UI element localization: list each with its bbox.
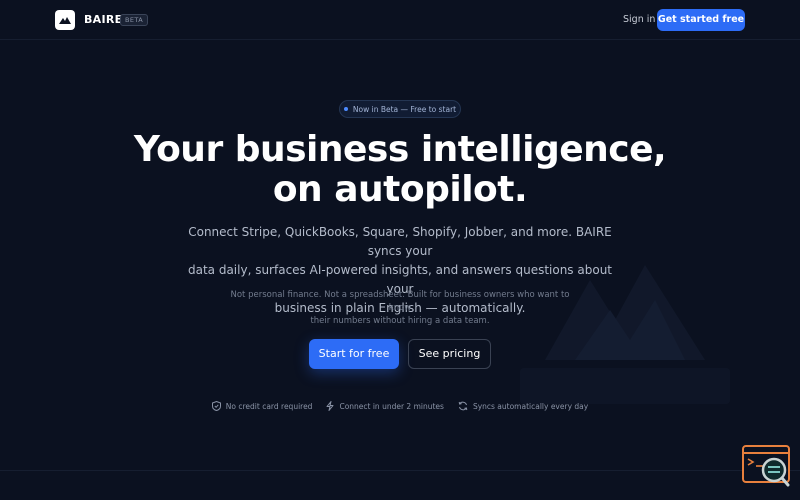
feature-label: No credit card required	[225, 401, 313, 411]
status-dot-icon	[343, 107, 348, 111]
hero-title-line-2: on autopilot.	[272, 169, 528, 210]
feature-item: Syncs automatically every day	[458, 401, 588, 411]
hero-title: Your business intelligence, on autopilot…	[0, 130, 800, 210]
hero-note: Not personal finance. Not a spreadsheet.…	[220, 289, 580, 328]
section-divider	[0, 470, 800, 471]
beta-announcement-badge[interactable]: Now in Beta — Free to start	[339, 100, 461, 118]
hero-note-line-1: Not personal finance. Not a spreadsheet.…	[230, 290, 570, 313]
feature-label: Syncs automatically every day	[472, 401, 589, 411]
feature-label: Connect in under 2 minutes	[339, 401, 444, 411]
brand-name[interactable]: BAIRE	[84, 13, 122, 26]
start-for-free-button[interactable]: Start for free	[309, 339, 399, 369]
lightning-icon	[326, 401, 334, 411]
top-nav: BAIRE BETA Sign in Get started free	[0, 0, 800, 40]
mountain-logo-icon	[59, 17, 71, 24]
hero-title-line-1: Your business intelligence,	[133, 129, 667, 170]
beta-tag: BETA	[120, 14, 149, 26]
hero-subtitle-line-1: Connect Stripe, QuickBooks, Square, Shop…	[188, 225, 612, 258]
see-pricing-button[interactable]: See pricing	[408, 339, 491, 369]
inspector-widget-icon[interactable]	[742, 445, 790, 487]
feature-item: Connect in under 2 minutes	[326, 401, 444, 411]
hero-note-line-2: their numbers without hiring a data team…	[310, 316, 490, 326]
get-started-button[interactable]: Get started free	[657, 9, 745, 31]
shield-check-icon	[211, 401, 221, 411]
sign-in-link[interactable]: Sign in	[623, 14, 655, 25]
feature-list: No credit card required Connect in under…	[0, 399, 800, 413]
feature-item: No credit card required	[211, 401, 313, 411]
beta-badge-label: Now in Beta — Free to start	[352, 104, 457, 114]
logo[interactable]	[55, 10, 75, 30]
refresh-icon	[458, 401, 468, 411]
